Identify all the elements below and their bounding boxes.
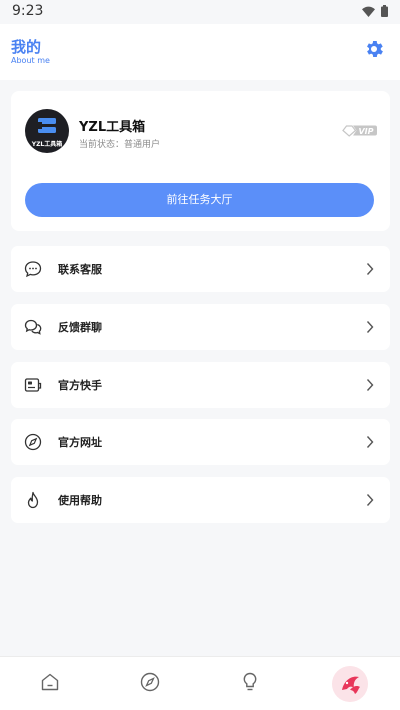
battery-icon	[381, 5, 388, 17]
vip-badge: VIP	[342, 125, 377, 137]
status-time: 9:23	[12, 3, 44, 19]
page-title: 我的	[11, 38, 42, 56]
avatar-label: YZL工具箱	[31, 141, 63, 148]
menu-item-label: 使用帮助	[58, 494, 102, 507]
menu-item-label: 官方网址	[58, 436, 102, 449]
menu-item-label: 联系客服	[58, 263, 102, 276]
chat-bubble-icon	[24, 261, 42, 278]
nav-profile-avatar[interactable]	[332, 666, 368, 702]
chevron-right-icon	[366, 321, 374, 333]
nav-discover[interactable]	[139, 671, 161, 693]
menu-item-contact-support[interactable]: 联系客服	[11, 246, 390, 292]
profile-card: YZL工具箱 YZL工具箱 当前状态：普通用户 VIP 前往任务大厅	[11, 91, 390, 231]
nav-home[interactable]	[39, 671, 61, 693]
gear-icon	[367, 41, 383, 57]
video-card-icon	[24, 378, 42, 392]
wifi-icon	[362, 6, 375, 17]
status-icons	[362, 5, 388, 17]
task-hall-button[interactable]: 前往任务大厅	[25, 183, 374, 217]
avatar	[332, 666, 368, 702]
menu-item-help[interactable]: 使用帮助	[11, 477, 390, 523]
chevron-right-icon	[366, 379, 374, 391]
home-icon	[41, 673, 59, 691]
group-chat-icon	[24, 319, 42, 335]
flame-icon	[27, 491, 39, 509]
page-subtitle: About me	[11, 56, 50, 65]
menu-item-official-website[interactable]: 官方网址	[11, 419, 390, 465]
compass-icon	[140, 672, 160, 692]
profile-status: 当前状态：普通用户	[79, 140, 161, 150]
chevron-right-icon	[366, 263, 374, 275]
avatar[interactable]: YZL工具箱	[25, 109, 69, 153]
lightbulb-icon	[243, 672, 257, 691]
menu-item-feedback-group[interactable]: 反馈群聊	[11, 304, 390, 350]
menu-item-official-kuaishou[interactable]: 官方快手	[11, 362, 390, 408]
chevron-right-icon	[366, 494, 374, 506]
bottom-nav	[0, 656, 400, 710]
menu-item-label: 官方快手	[58, 379, 102, 392]
status-bar: 9:23	[0, 0, 400, 24]
nav-ideas[interactable]	[239, 671, 261, 693]
profile-name: YZL工具箱	[79, 120, 146, 135]
settings-button[interactable]	[363, 38, 385, 60]
menu-item-label: 反馈群聊	[58, 321, 102, 334]
page-header: 我的 About me	[0, 24, 400, 80]
vip-badge-text: VIP	[358, 127, 373, 136]
compass-icon	[24, 433, 42, 451]
chevron-right-icon	[366, 436, 374, 448]
